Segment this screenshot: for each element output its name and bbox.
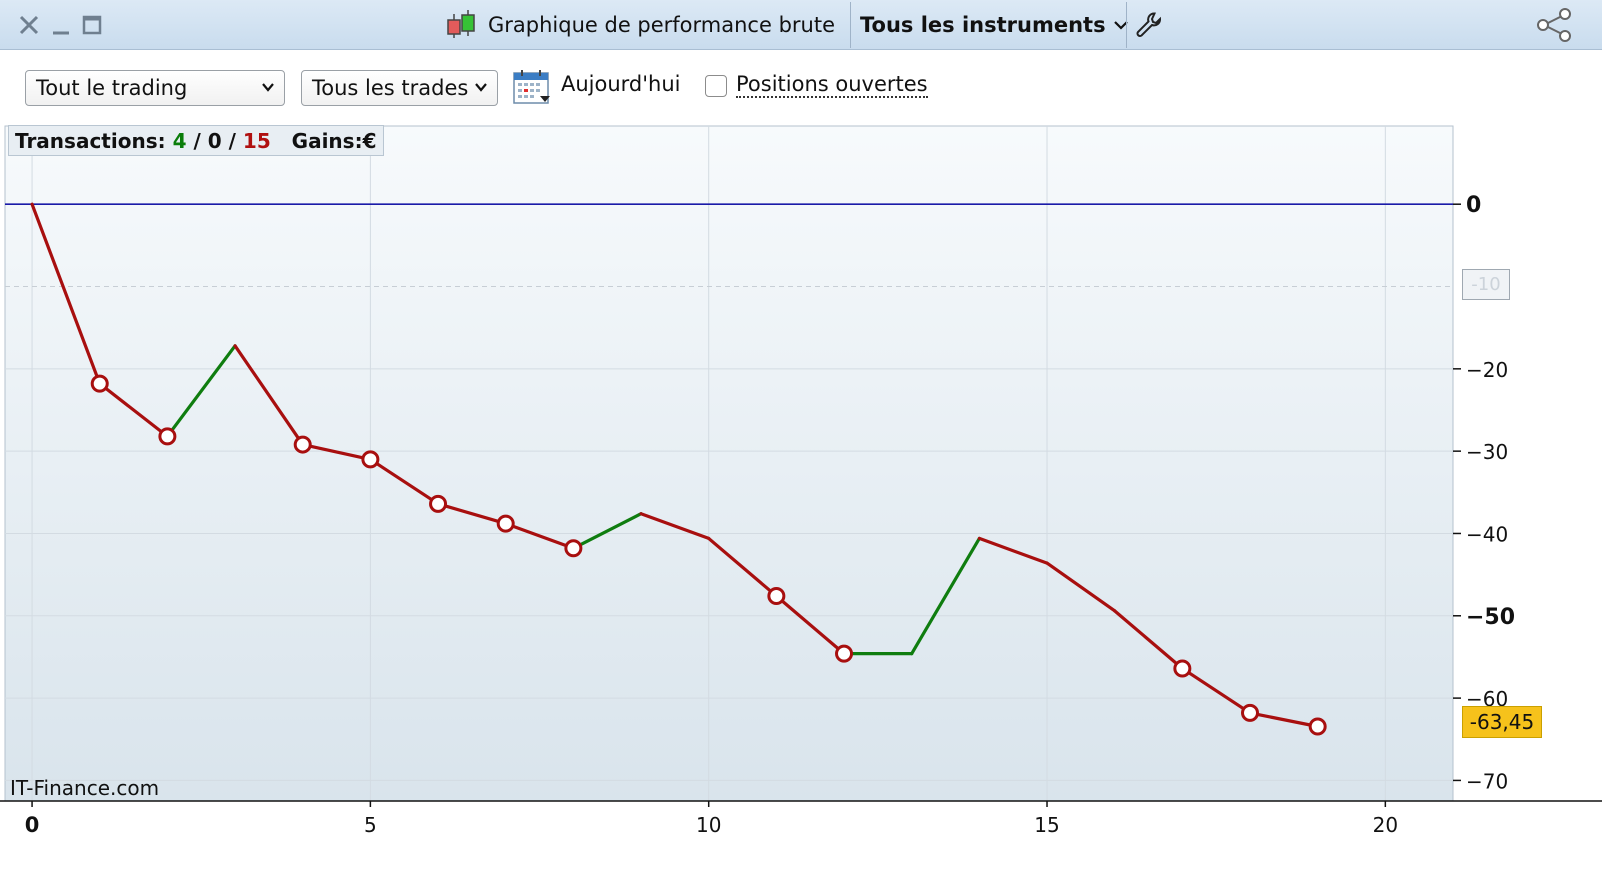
share-icon (1537, 8, 1571, 42)
wrench-icon (1136, 12, 1161, 37)
candlestick-icon (447, 10, 475, 38)
loss-marker (564, 539, 583, 558)
close-icon (19, 15, 39, 35)
loss-marker (429, 494, 448, 513)
minimize-icon (53, 31, 69, 35)
chevron-down-icon (262, 83, 274, 92)
titlebar-divider (850, 2, 851, 48)
y-tick-label: −70 (1466, 769, 1508, 793)
transactions-label: Transactions: (15, 128, 166, 153)
trades-filter-value: Tous les trades (312, 76, 469, 100)
x-tick-label: 0 (25, 813, 40, 837)
chevron-down-icon (475, 83, 487, 92)
y-tick-label: −50 (1466, 605, 1515, 630)
date-label[interactable]: Aujourd'hui (561, 72, 681, 96)
trading-filter-select[interactable]: Tout le trading (25, 70, 285, 106)
loss-marker (293, 435, 312, 454)
loss-marker (158, 427, 177, 446)
date-picker-button[interactable] (512, 68, 552, 106)
maximize-icon (82, 15, 102, 35)
loss-marker (496, 514, 515, 533)
close-window-button[interactable] (16, 10, 42, 40)
loss-marker (1308, 717, 1327, 736)
share-button[interactable] (1534, 8, 1574, 42)
performance-chart: 0 5 10 15 20 0 −20 −30 −40 −50 −60 −70 (0, 124, 1602, 872)
loss-marker (361, 450, 380, 469)
crosshair-value-badge: -10 (1462, 269, 1510, 300)
x-axis: 0 5 10 15 20 (0, 800, 1602, 837)
y-tick-label: −40 (1466, 522, 1508, 546)
transactions-summary: Transactions: 4 / 0 / 15 Gains: € (8, 125, 384, 156)
separator: / (193, 128, 201, 153)
y-tick-label: −30 (1466, 440, 1508, 464)
maximize-window-button[interactable] (79, 10, 105, 40)
instrument-selector[interactable]: Tous les instruments (860, 0, 1130, 50)
open-positions-label[interactable]: Positions ouvertes (736, 72, 928, 98)
window-titlebar: Graphique de performance brute Tous les … (0, 0, 1602, 50)
x-tick-label: 15 (1034, 813, 1059, 837)
loss-marker (1173, 659, 1192, 678)
instrument-selector-label: Tous les instruments (860, 13, 1106, 37)
y-tick-label: −20 (1466, 358, 1508, 382)
open-positions-checkbox[interactable] (705, 75, 727, 97)
watermark: IT-Finance.com (10, 776, 160, 800)
x-tick-label: 5 (364, 813, 377, 837)
x-tick-label: 10 (696, 813, 721, 837)
neutral-trades-count: 0 (207, 128, 222, 153)
trading-filter-value: Tout le trading (36, 76, 188, 100)
loss-marker (1241, 703, 1260, 722)
trades-filter-select[interactable]: Tous les trades (301, 70, 498, 106)
calendar-icon (513, 70, 550, 104)
loss-marker (90, 374, 109, 393)
loss-marker (835, 644, 854, 663)
settings-button[interactable] (1134, 10, 1164, 40)
gains-label: Gains: (291, 128, 363, 153)
x-tick-label: 20 (1373, 813, 1398, 837)
titlebar-divider (1126, 2, 1127, 48)
separator: / (228, 128, 236, 153)
losing-trades-count: 15 (242, 128, 271, 153)
performance-chart-svg: 0 5 10 15 20 0−20−30−40−50−60−70 (0, 125, 1602, 837)
y-tick-label: 0 (1466, 193, 1481, 218)
loss-marker (767, 587, 786, 606)
window-title: Graphique de performance brute (488, 13, 836, 37)
gains-currency: € (362, 128, 377, 153)
plot-area (4, 125, 1454, 802)
last-value-badge: -63,45 (1462, 706, 1542, 738)
minimize-window-button[interactable] (48, 10, 74, 40)
winning-trades-count: 4 (172, 128, 187, 153)
window-title-area: Graphique de performance brute (444, 0, 835, 50)
